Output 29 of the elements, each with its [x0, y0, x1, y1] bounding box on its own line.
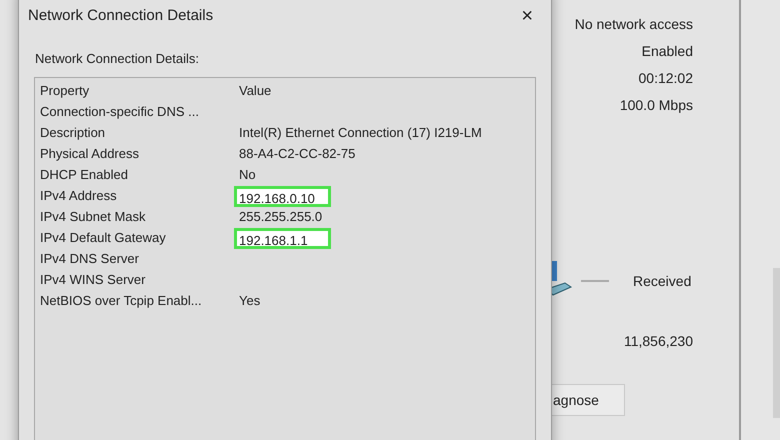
activity-label: Received: [633, 272, 692, 290]
value-cell-text: 255.255.255.0: [239, 208, 322, 226]
window-title: Network Connection Details: [28, 6, 214, 26]
link-line: [581, 280, 609, 282]
property-cell-text: Physical Address: [40, 145, 140, 164]
property-cell-text: IPv4 Address: [40, 187, 118, 206]
status-value: 100.0 Mbps: [620, 96, 693, 115]
value-cell: 192.168.1.1: [234, 228, 331, 248]
close-button[interactable]: ×: [517, 6, 537, 26]
column-header[interactable]: Value: [239, 81, 272, 101]
property-cell-text: IPv4 Default Gateway: [40, 229, 167, 248]
property-cell-text: IPv4 DNS Server: [40, 250, 140, 268]
value-cell-text: No: [239, 166, 256, 184]
group-label: Network Connection Details:: [35, 50, 200, 66]
column-header[interactable]: Property: [40, 81, 239, 101]
value-cell-text: 88-A4-C2-CC-82-75: [239, 145, 356, 164]
property-cell-text: Connection-specific DNS ...: [40, 103, 200, 122]
property-cell-text: IPv4 Subnet Mask: [40, 208, 146, 226]
value-cell: 192.168.0.10: [234, 186, 331, 206]
property-cell-text: IPv4 WINS Server: [40, 271, 146, 290]
status-value: 00:12:02: [638, 69, 693, 88]
property-cell-text: Description: [40, 124, 106, 142]
value-cell-text: Intel(R) Ethernet Connection (17) I219-LM: [239, 124, 482, 142]
value-cell-text: Yes: [239, 292, 260, 310]
bytes-received: 11,856,230: [624, 332, 693, 351]
property-cell-text: DHCP Enabled: [40, 166, 129, 184]
property-cell-text: NetBIOS over Tcpip Enabl...: [40, 292, 203, 310]
status-value: Enabled: [642, 42, 693, 61]
status-value: No network access: [574, 15, 693, 34]
